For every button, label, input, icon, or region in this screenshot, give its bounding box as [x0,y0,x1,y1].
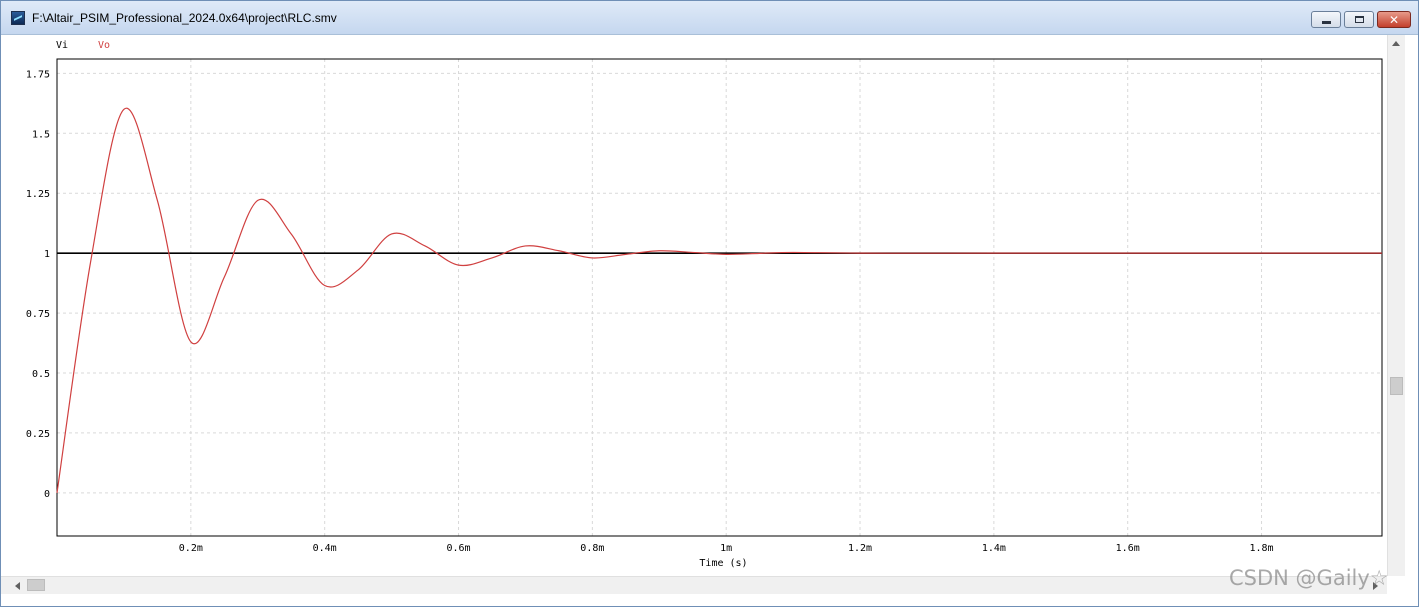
y-tick-label: 1 [44,249,50,260]
waveform-app-icon[interactable] [11,11,25,25]
y-tick-label: 1.75 [26,69,50,80]
window-title: F:\Altair_PSIM_Professional_2024.0x64\pr… [32,11,337,25]
minimize-icon [1321,21,1331,24]
close-button[interactable]: ✕ [1377,11,1411,28]
y-tick-label: 0.75 [26,309,50,320]
maximize-icon [1354,16,1364,23]
x-tick-label: 1.6m [1116,543,1140,554]
y-tick-label: 1.5 [32,129,50,140]
minimize-button[interactable] [1311,11,1341,28]
x-tick-label: 1.8m [1249,543,1273,554]
x-tick-label: 1.2m [848,543,872,554]
plot-frame [56,58,1383,537]
vertical-scroll-thumb[interactable] [1390,377,1403,395]
series-line-vo [56,107,1382,493]
y-tick-label: 0.25 [26,429,50,440]
scroll-up-icon[interactable] [1392,41,1400,46]
y-tick-label: 0 [44,489,50,500]
y-tick-label: 0.5 [32,369,50,380]
x-tick-label: 0.8m [580,543,604,554]
scroll-left-icon[interactable] [15,582,20,590]
maximize-button[interactable] [1344,11,1374,28]
x-tick-label: 0.6m [446,543,470,554]
x-axis-label: Time (s) [699,558,747,569]
watermark: CSDN @Gaily☆ [1229,566,1389,590]
close-icon: ✕ [1388,12,1400,27]
x-tick-label: 1m [720,543,732,554]
horizontal-scroll-thumb[interactable] [27,579,45,591]
x-tick-label: 1.4m [982,543,1006,554]
title-bar[interactable]: F:\Altair_PSIM_Professional_2024.0x64\pr… [1,1,1418,35]
x-tick-label: 0.2m [179,543,203,554]
y-tick-label: 1.25 [26,189,50,200]
waveform-chart[interactable]: 0 0.25 0.5 0.75 1 1.25 1.5 1.75 0.2m 0.4m 0.6m 0.8m… [1,35,1387,576]
horizontal-scrollbar[interactable] [1,576,1387,594]
vertical-scrollbar[interactable] [1387,35,1405,576]
plot-area[interactable]: Vi Vo 0 0.25 0.5 0.75 1 1.25 1.5 1.75 0.2m 0.4m 0.… [1,35,1418,576]
psim-waveform-window: F:\Altair_PSIM_Professional_2024.0x64\pr… [0,0,1419,607]
x-tick-label: 0.4m [313,543,337,554]
